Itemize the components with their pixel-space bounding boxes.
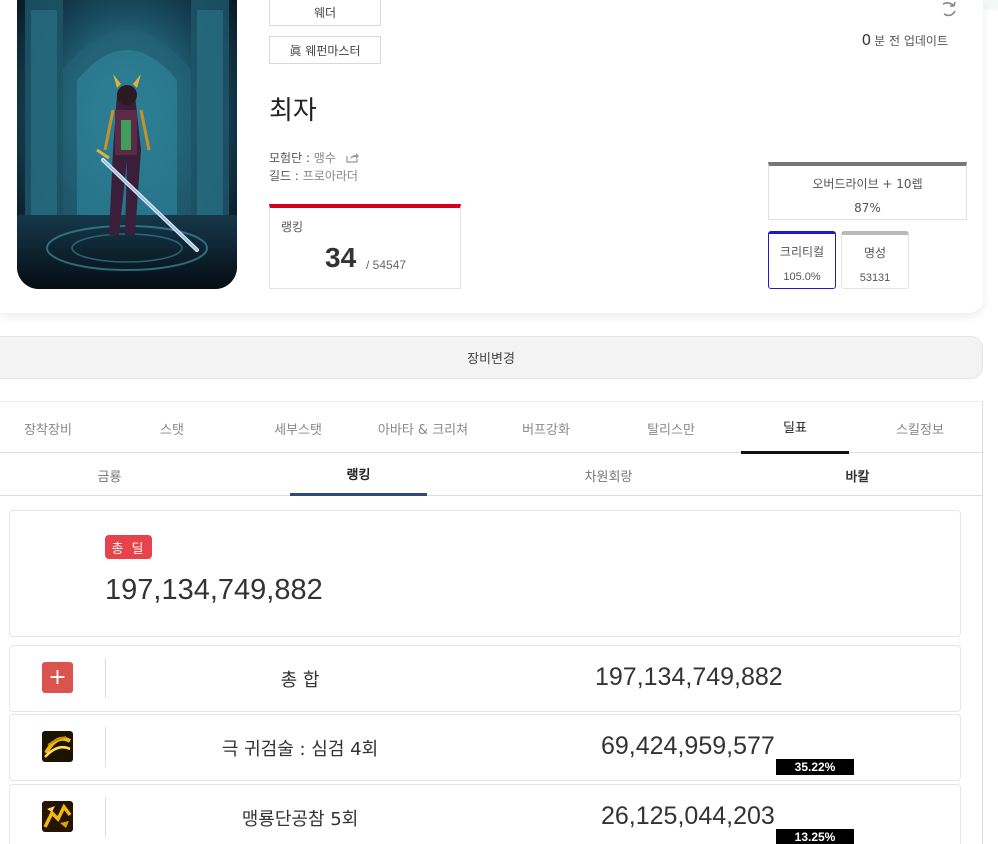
subtab-geumryong[interactable]: 금룡 <box>41 454 178 496</box>
skill-damage-percent: 13.25% <box>776 829 854 844</box>
fame-stat: 명성 53131 <box>841 231 909 289</box>
sword-slash-skill-icon <box>42 731 73 762</box>
tab-equipment[interactable]: 장착장비 <box>0 402 102 454</box>
row-divider <box>105 727 106 767</box>
fame-label: 명성 <box>863 246 887 260</box>
tab-skill-info[interactable]: 스킬정보 <box>866 402 974 454</box>
critical-label: 크리티컬 <box>779 245 825 259</box>
awakening-tag: 眞 웨펀마스터 <box>269 36 381 64</box>
refresh-icon[interactable] <box>940 2 958 18</box>
main-tab-bar: 장착장비 스탯 세부스탯 아바타 & 크리쳐 버프강화 탈리스만 딜표 스킬정보 <box>0 401 983 454</box>
update-minutes: 0 <box>861 31 872 49</box>
guild-line: 길드 : 프로아라더 <box>269 167 358 184</box>
skill-row: 극 귀검술 : 심검 4회 69,424,959,577 35.22% <box>9 714 961 781</box>
adventure-line: 모험단 : 맹수 <box>269 149 360 166</box>
page: 웨더 眞 웨펀마스터 최자 모험단 : 맹수 길드 : 프로아라더 랭킹 34 … <box>0 0 998 844</box>
skill-damage: 69,424,959,577 <box>601 732 775 760</box>
ranking-box: 랭킹 34 / 54547 <box>269 204 461 289</box>
fame-value: 53131 <box>859 272 891 284</box>
subtab-ranking[interactable]: 랭킹 <box>290 454 427 496</box>
tab-talisman[interactable]: 탈리스만 <box>617 402 725 454</box>
skill-damage: 197,134,749,882 <box>595 663 783 691</box>
adventure-name[interactable]: 맹수 <box>314 151 336 165</box>
tab-avatar-creature[interactable]: 아바타 & 크리쳐 <box>368 402 478 454</box>
total-damage-card: 총 딜 197,134,749,882 <box>9 510 961 637</box>
subtab-bakal[interactable]: 바칼 <box>789 454 926 496</box>
critical-value: 105.0% <box>783 271 821 283</box>
adventure-label: 모험단 : <box>269 151 314 165</box>
overdrive-stat: 오버드라이브 + 10렙 87% <box>768 162 967 220</box>
row-divider <box>105 658 106 698</box>
share-icon[interactable] <box>346 152 360 163</box>
ranking-total: / 54547 <box>366 258 407 272</box>
dragon-strike-skill-icon <box>42 801 73 832</box>
update-status: 0분 전 업데이트 <box>862 31 948 49</box>
subtab-dimension-corridor[interactable]: 차원회랑 <box>540 454 677 496</box>
total-damage-value: 197,134,749,882 <box>105 574 323 606</box>
tab-damage-table[interactable]: 딜표 <box>741 402 849 454</box>
guild-name[interactable]: 프로아라더 <box>303 169 358 183</box>
plus-icon[interactable]: + <box>42 662 73 693</box>
skill-damage: 26,125,044,203 <box>601 802 775 830</box>
skill-row-total: + 총 합 197,134,749,882 <box>9 645 961 712</box>
ranking-number: 34 <box>325 242 357 273</box>
tab-detail-stats[interactable]: 세부스탯 <box>244 402 352 454</box>
ranking-label: 랭킹 <box>281 220 304 234</box>
content-right-border <box>982 401 983 844</box>
job-tag: 웨더 <box>269 0 381 26</box>
skill-damage-percent: 35.22% <box>776 759 854 775</box>
character-profile-card: 웨더 眞 웨펀마스터 최자 모험단 : 맹수 길드 : 프로아라더 랭킹 34 … <box>0 0 983 313</box>
equip-change-button[interactable]: 장비변경 <box>0 336 983 379</box>
character-portrait <box>17 0 237 289</box>
skill-name: 극 귀검술 : 심검 4회 <box>221 739 379 760</box>
skill-row: 맹룡단공참 5회 26,125,044,203 13.25% <box>9 784 961 844</box>
tab-buff-enhance[interactable]: 버프강화 <box>492 402 600 454</box>
row-divider <box>105 797 106 837</box>
character-portrait-image <box>17 0 237 289</box>
sub-tab-bar: 금룡 랭킹 차원회랑 바칼 <box>0 454 983 496</box>
skill-name: 맹룡단공참 5회 <box>241 809 359 830</box>
character-name: 최자 <box>269 96 317 126</box>
skill-name: 총 합 <box>280 670 320 691</box>
total-damage-badge: 총 딜 <box>105 535 152 559</box>
overdrive-value: 87% <box>854 201 881 215</box>
tab-stats[interactable]: 스탯 <box>118 402 226 454</box>
guild-label: 길드 : <box>269 169 303 183</box>
update-label: 분 전 업데이트 <box>874 34 948 48</box>
overdrive-label: 오버드라이브 + 10렙 <box>812 177 923 191</box>
critical-stat: 크리티컬 105.0% <box>768 231 836 289</box>
